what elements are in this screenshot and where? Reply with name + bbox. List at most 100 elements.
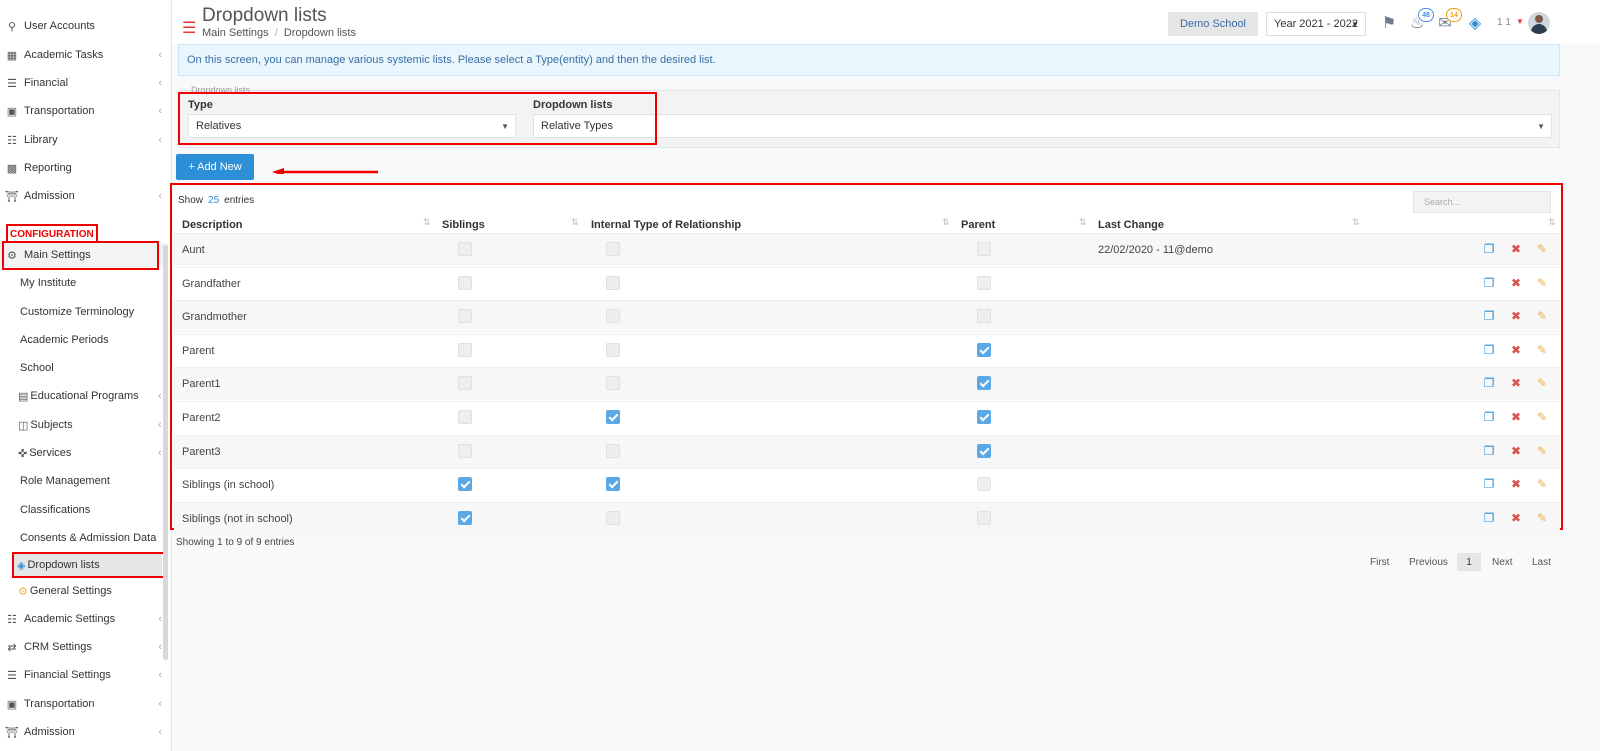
sidebar-sub-academic-periods[interactable]: Academic Periods — [20, 329, 109, 351]
trash-icon[interactable]: ✖ — [1510, 309, 1522, 323]
breadcrumb-dropdown-lists: Dropdown lists — [283, 27, 356, 39]
sidebar-sub-school[interactable]: School — [20, 357, 54, 379]
sidebar-item-crm-settings[interactable]: ⇄ CRM Settings ‹ — [0, 635, 168, 659]
sidebar-item-library[interactable]: ☷ Library ‹ — [0, 128, 168, 152]
chevron-left-icon: ‹ — [158, 419, 162, 431]
sort-icon[interactable]: ⇅ — [571, 217, 579, 228]
table-row: Parent ❐ ✖ ✎ — [174, 333, 1560, 367]
sidebar-item-transportation-2[interactable]: ▣ Transportation ‹ — [0, 692, 168, 716]
pencil-icon[interactable]: ✎ — [1536, 343, 1548, 357]
trash-icon[interactable]: ✖ — [1510, 242, 1522, 256]
pencil-icon[interactable]: ✎ — [1536, 477, 1548, 491]
trash-icon[interactable]: ✖ — [1510, 410, 1522, 424]
sidebar-sub-consents[interactable]: Consents & Admission Data — [20, 527, 156, 549]
copy-icon[interactable]: ❐ — [1483, 376, 1495, 390]
column-header-parent[interactable]: Parent — [961, 219, 995, 231]
sidebar-sub-services[interactable]: ✜ Services ‹ — [18, 442, 162, 464]
pencil-icon[interactable]: ✎ — [1536, 376, 1548, 390]
sidebar-sub-customize-terminology[interactable]: Customize Terminology — [20, 301, 134, 323]
trash-icon[interactable]: ✖ — [1510, 376, 1522, 390]
copy-icon[interactable]: ❐ — [1483, 477, 1495, 491]
pencil-icon[interactable]: ✎ — [1536, 242, 1548, 256]
dropdown-lists-highlight — [12, 552, 165, 578]
sort-icon[interactable]: ⇅ — [942, 217, 950, 228]
sidebar-sub-general-settings[interactable]: ⚙ General Settings — [18, 580, 112, 602]
add-new-button[interactable]: + Add New — [176, 154, 254, 180]
trash-icon[interactable]: ✖ — [1510, 477, 1522, 491]
sidebar-sub-classifications[interactable]: Classifications — [20, 499, 90, 521]
parent-checkbox — [977, 342, 991, 357]
sidebar-item-financial-settings[interactable]: ☰ Financial Settings ‹ — [0, 663, 168, 687]
column-header-siblings[interactable]: Siblings — [442, 219, 485, 231]
row-description: Parent1 — [182, 378, 221, 391]
column-header-internal-type[interactable]: Internal Type of Relationship — [591, 219, 741, 231]
sidebar-sub-educational-programs[interactable]: ▤ Educational Programs ‹ — [18, 385, 162, 407]
sidebar-item-reporting[interactable]: ▩ Reporting — [0, 156, 168, 180]
sidebar-sub-role-management[interactable]: Role Management — [20, 470, 110, 492]
page-length-select[interactable]: 25 — [208, 195, 219, 206]
envelope-icon[interactable]: ✉ 14 — [1434, 8, 1462, 34]
copy-icon[interactable]: ❐ — [1483, 511, 1495, 525]
sidebar-item-admission[interactable]: ⛩ Admission ‹ — [0, 184, 168, 208]
search-input[interactable]: Search... — [1413, 191, 1551, 213]
trash-icon[interactable]: ✖ — [1510, 444, 1522, 458]
sidebar-item-user-accounts[interactable]: ⚲ User Accounts — [0, 14, 168, 38]
trash-icon[interactable]: ✖ — [1510, 276, 1522, 290]
school-selector[interactable]: Demo School — [1168, 12, 1258, 36]
sidebar-scrollbar[interactable] — [163, 245, 168, 660]
sidebar-item-academic-tasks[interactable]: ▦ Academic Tasks ‹ — [0, 43, 168, 67]
copy-icon[interactable]: ❐ — [1483, 309, 1495, 323]
pagination-next[interactable]: Next — [1492, 553, 1513, 571]
chevron-left-icon: ‹ — [158, 134, 162, 146]
layers-add-icon[interactable]: ◈ — [1464, 12, 1486, 34]
row-description: Parent — [182, 344, 215, 357]
dropdown-list-select[interactable]: Relative Types ▼ — [533, 114, 1552, 138]
chevron-left-icon: ‹ — [158, 105, 162, 117]
copy-icon[interactable]: ❐ — [1483, 276, 1495, 290]
pencil-icon[interactable]: ✎ — [1536, 511, 1548, 525]
chevron-left-icon: ‹ — [158, 390, 162, 402]
chevron-left-icon: ‹ — [158, 49, 162, 61]
sidebar-sub-subjects[interactable]: ◫ Subjects ‹ — [18, 414, 162, 436]
parent-checkbox — [977, 242, 991, 256]
sidebar-item-academic-settings[interactable]: ☷ Academic Settings ‹ — [0, 607, 168, 631]
sidebar-item-financial[interactable]: ☰ Financial ‹ — [0, 71, 168, 95]
pencil-icon[interactable]: ✎ — [1536, 276, 1548, 290]
sidebar-sub-my-institute[interactable]: My Institute — [20, 272, 76, 294]
avatar[interactable] — [1528, 12, 1550, 34]
sort-icon[interactable]: ⇅ — [423, 217, 431, 228]
pencil-icon[interactable]: ✎ — [1536, 444, 1548, 458]
filters-highlight — [178, 92, 657, 145]
sidebar-item-transportation[interactable]: ▣ Transportation ‹ — [0, 99, 168, 123]
chevron-left-icon: ‹ — [158, 77, 162, 89]
pencil-icon[interactable]: ✎ — [1536, 309, 1548, 323]
flag-icon[interactable]: ⚑ — [1378, 12, 1400, 34]
entries-table-panel: Show 25 entries Search... Description ⇅ Si… — [170, 183, 1563, 535]
sidebar-item-admission-2[interactable]: ⛩ Admission ‹ — [0, 720, 168, 744]
bell-icon[interactable]: ♨ 48 — [1406, 8, 1434, 34]
trash-icon[interactable]: ✖ — [1510, 343, 1522, 357]
copy-icon[interactable]: ❐ — [1483, 444, 1495, 458]
table-row: Aunt 22/02/2020 - 11@demo ❐ ✖ ✎ — [174, 233, 1560, 266]
trash-icon[interactable]: ✖ — [1510, 511, 1522, 525]
pagination-current-page[interactable]: 1 — [1457, 553, 1481, 571]
pagination-previous[interactable]: Previous — [1409, 553, 1448, 571]
pencil-icon[interactable]: ✎ — [1536, 410, 1548, 424]
sort-icon[interactable]: ⇅ — [1079, 217, 1087, 228]
copy-icon[interactable]: ❐ — [1483, 343, 1495, 357]
copy-icon[interactable]: ❐ — [1483, 410, 1495, 424]
hamburger-menu-icon[interactable]: ☰ — [182, 18, 196, 38]
column-header-last-change[interactable]: Last Change — [1098, 219, 1164, 231]
user-name[interactable]: 1 1 — [1497, 17, 1511, 28]
column-header-description[interactable]: Description — [182, 219, 243, 231]
parent-checkbox — [977, 410, 991, 424]
pagination-last[interactable]: Last — [1532, 553, 1551, 571]
row-description: Parent3 — [182, 445, 221, 458]
pagination-first[interactable]: First — [1370, 553, 1389, 571]
caret-down-icon[interactable]: ▼ — [1516, 17, 1524, 26]
table-row: Siblings (in school) ❐ ✖ ✎ — [174, 468, 1560, 501]
copy-icon[interactable]: ❐ — [1483, 242, 1495, 256]
sort-icon[interactable]: ⇅ — [1352, 217, 1360, 228]
breadcrumb-main-settings[interactable]: Main Settings — [202, 27, 269, 39]
year-selector[interactable]: Year 2021 - 2022 ▼ — [1266, 12, 1366, 36]
